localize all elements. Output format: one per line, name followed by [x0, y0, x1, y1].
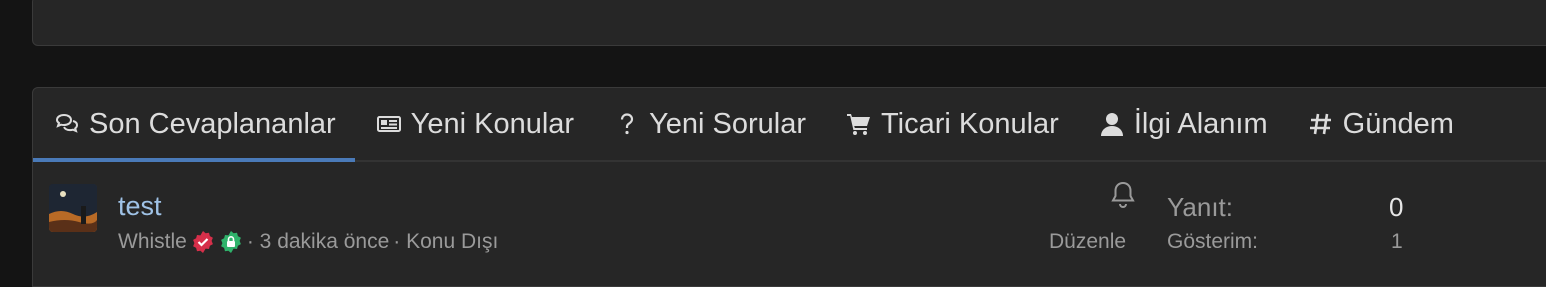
user-icon	[1097, 109, 1127, 139]
tab-gundem[interactable]: Gündem	[1287, 88, 1473, 160]
views-label: Gösterim:	[1167, 230, 1259, 253]
tab-son-cevaplananlar[interactable]: Son Cevaplananlar	[33, 88, 355, 162]
thread-title[interactable]: test	[118, 191, 162, 222]
question-icon	[612, 109, 642, 139]
edit-link[interactable]: Düzenle	[1049, 230, 1126, 254]
top-panel	[32, 0, 1546, 46]
tab-yeni-konular[interactable]: Yeni Konular	[355, 88, 593, 160]
author-name[interactable]: Whistle	[118, 230, 187, 254]
newspaper-icon	[374, 109, 404, 139]
tab-label: Yeni Konular	[410, 107, 575, 140]
bell-icon[interactable]	[1109, 180, 1137, 210]
latest-threads-widget: Son Cevaplananlar Yeni Konular Yeni Soru…	[32, 87, 1546, 287]
replies-count: 0	[1389, 192, 1404, 222]
avatar[interactable]	[49, 184, 97, 232]
secure-badge-icon	[219, 230, 243, 254]
tab-label: Son Cevaplananlar	[89, 107, 336, 140]
comments-icon	[52, 109, 82, 139]
verified-badge-icon	[191, 230, 215, 254]
tab-label: İlgi Alanım	[1133, 107, 1268, 140]
thread-forum[interactable]: · Konu Dışı	[393, 230, 498, 254]
views-count: 1	[1391, 230, 1403, 253]
thread-meta: Whistle · 3 dakika önce · Konu Dışı	[118, 230, 498, 254]
tab-ilgi-alanim[interactable]: İlgi Alanım	[1078, 88, 1287, 160]
cart-icon	[844, 109, 874, 139]
tab-bar: Son Cevaplananlar Yeni Konular Yeni Soru…	[33, 88, 1546, 162]
tab-ticari-konular[interactable]: Ticari Konular	[825, 88, 1078, 160]
thread-row: test Whistle · 3 dakika önce · Konu Dışı	[33, 162, 1546, 262]
tab-label: Yeni Sorular	[649, 107, 807, 140]
tab-label: Ticari Konular	[881, 107, 1059, 140]
hashtag-icon	[1306, 109, 1336, 139]
tab-label: Gündem	[1342, 107, 1454, 140]
replies-label: Yanıt:	[1167, 192, 1234, 222]
tab-yeni-sorular[interactable]: Yeni Sorular	[593, 88, 825, 160]
thread-time[interactable]: · 3 dakika önce	[247, 230, 389, 254]
